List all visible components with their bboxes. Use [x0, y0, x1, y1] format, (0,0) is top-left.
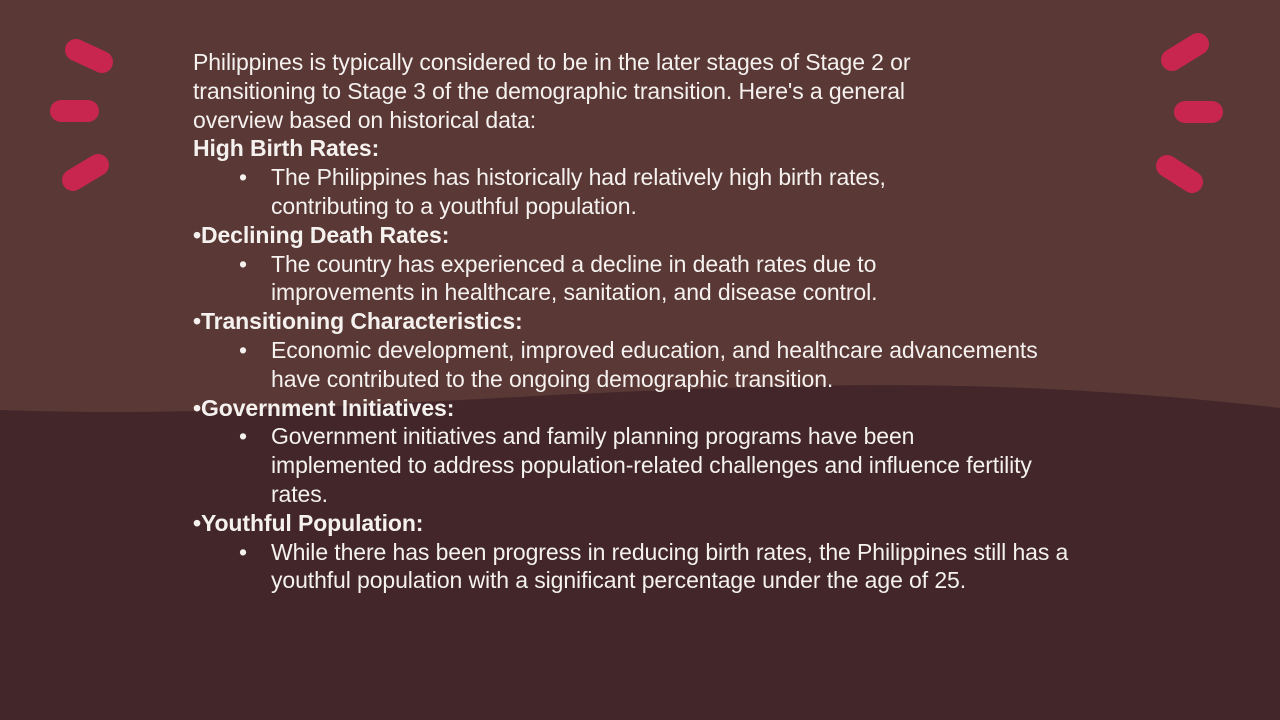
list-item: • The country has experienced a decline … — [239, 250, 961, 308]
slide-content: Philippines is typically considered to b… — [193, 48, 1093, 595]
right-accent-dashes — [1156, 33, 1223, 193]
bullet-dot: • — [239, 250, 247, 277]
bullet-text: Government initiatives and family planni… — [271, 423, 1032, 507]
bullet-text: Economic development, improved education… — [271, 336, 1038, 392]
section-heading: •Government Initiatives: — [193, 394, 455, 421]
bullet-text: The Philippines has historically had rel… — [271, 164, 886, 219]
section-youthful-population: •Youthful Population: • While there has … — [193, 509, 1093, 595]
accent-dash — [1156, 155, 1203, 193]
accent-dash — [65, 39, 113, 73]
left-accent-dashes — [50, 39, 113, 191]
section-heading: •Youthful Population: — [193, 509, 424, 536]
bullet-text: While there has been progress in reducin… — [271, 538, 1069, 594]
list-item: • The Philippines has historically had r… — [239, 163, 961, 221]
section-heading: High Birth Rates: — [193, 135, 380, 162]
section-points: • Economic development, improved educati… — [193, 336, 1093, 394]
section-declining-death-rates: •Declining Death Rates: • The country ha… — [193, 221, 1093, 307]
section-points: • Government initiatives and family plan… — [193, 422, 1093, 508]
list-item: • Economic development, improved educati… — [239, 336, 1071, 394]
bullet-dot: • — [239, 164, 247, 191]
list-item: • While there has been progress in reduc… — [239, 538, 1081, 596]
section-transitioning-characteristics: •Transitioning Characteristics: • Econom… — [193, 307, 1093, 393]
accent-dash — [1161, 33, 1209, 71]
section-heading: •Declining Death Rates: — [193, 221, 450, 248]
section-heading: •Transitioning Characteristics: — [193, 308, 523, 335]
section-points: • While there has been progress in reduc… — [193, 538, 1093, 596]
bullet-dot: • — [239, 336, 247, 363]
list-item: • Government initiatives and family plan… — [239, 422, 1041, 508]
section-points: • The country has experienced a decline … — [193, 250, 1093, 308]
bullet-dot: • — [239, 538, 247, 565]
section-government-initiatives: •Government Initiatives: • Government in… — [193, 394, 1093, 509]
bullet-text: The country has experienced a decline in… — [271, 250, 878, 306]
bullet-dot: • — [239, 423, 247, 450]
section-points: • The Philippines has historically had r… — [193, 163, 1093, 221]
accent-dash — [62, 154, 109, 191]
intro-paragraph: Philippines is typically considered to b… — [193, 49, 911, 133]
section-high-birth-rates: High Birth Rates: • The Philippines has … — [193, 134, 1093, 220]
